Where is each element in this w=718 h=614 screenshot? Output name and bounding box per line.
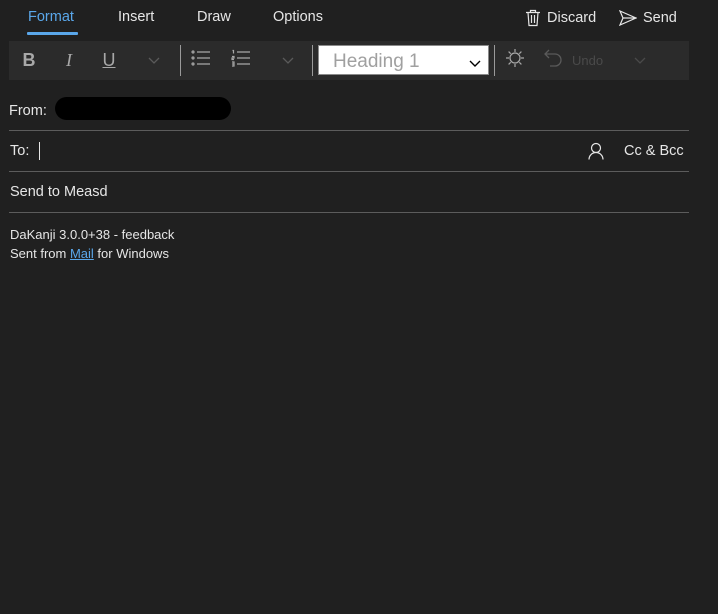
message-body-line[interactable]: DaKanji 3.0.0+38 - feedback — [10, 227, 174, 242]
divider — [9, 212, 689, 213]
chevron-down-icon — [148, 52, 160, 70]
bullet-list-icon — [191, 49, 211, 72]
undo-button[interactable]: Undo — [544, 41, 624, 80]
undo-label: Undo — [572, 53, 604, 68]
subject-field[interactable]: Send to Measd — [10, 184, 108, 200]
tab-insert[interactable]: Insert — [118, 9, 154, 25]
toolbar-divider — [180, 45, 181, 76]
to-input-caret[interactable] — [39, 142, 40, 160]
styles-button[interactable] — [504, 41, 526, 80]
send-label: Send — [643, 10, 677, 26]
tab-options[interactable]: Options — [273, 9, 323, 25]
bullet-list-button[interactable] — [190, 41, 212, 80]
tab-draw[interactable]: Draw — [197, 9, 231, 25]
underline-button[interactable]: U — [97, 41, 121, 80]
italic-button[interactable]: I — [57, 41, 81, 80]
format-toolbar: B I U Heading 1 Undo — [9, 41, 689, 80]
mail-link[interactable]: Mail — [70, 246, 94, 261]
from-account-redacted[interactable] — [55, 97, 231, 120]
to-row — [0, 131, 689, 172]
heading-style-value: Heading 1 — [333, 51, 420, 72]
font-options-dropdown[interactable] — [145, 41, 163, 80]
tab-format[interactable]: Format — [28, 9, 74, 25]
bold-button[interactable]: B — [17, 41, 41, 80]
active-tab-indicator — [27, 32, 78, 35]
list-options-dropdown[interactable] — [279, 41, 297, 80]
undo-options-dropdown[interactable] — [631, 41, 649, 80]
signature-suffix: for Windows — [93, 246, 169, 261]
contact-picker-icon[interactable] — [587, 142, 605, 165]
toolbar-divider — [494, 45, 495, 76]
discard-button[interactable]: Discard — [525, 8, 596, 28]
send-button[interactable]: Send — [619, 8, 677, 28]
chevron-down-icon — [282, 52, 294, 70]
trash-icon — [525, 9, 541, 27]
numbered-list-icon — [231, 49, 251, 72]
ribbon-tabs: Format Insert Draw Options Discard Send — [0, 0, 718, 40]
toolbar-divider — [312, 45, 313, 76]
cc-bcc-button[interactable]: Cc & Bcc — [624, 143, 684, 159]
undo-icon — [544, 49, 564, 72]
from-label: From: — [9, 103, 47, 119]
discard-label: Discard — [547, 10, 597, 26]
to-label: To: — [10, 143, 30, 159]
chevron-down-icon — [634, 52, 646, 70]
heading-style-select[interactable]: Heading 1 — [318, 45, 489, 75]
signature-prefix: Sent from — [10, 246, 70, 261]
styles-icon — [505, 48, 525, 73]
send-icon — [619, 10, 637, 26]
chevron-down-icon — [469, 55, 481, 73]
signature-line[interactable]: Sent from Mail for Windows — [10, 246, 169, 261]
numbered-list-button[interactable] — [230, 41, 252, 80]
